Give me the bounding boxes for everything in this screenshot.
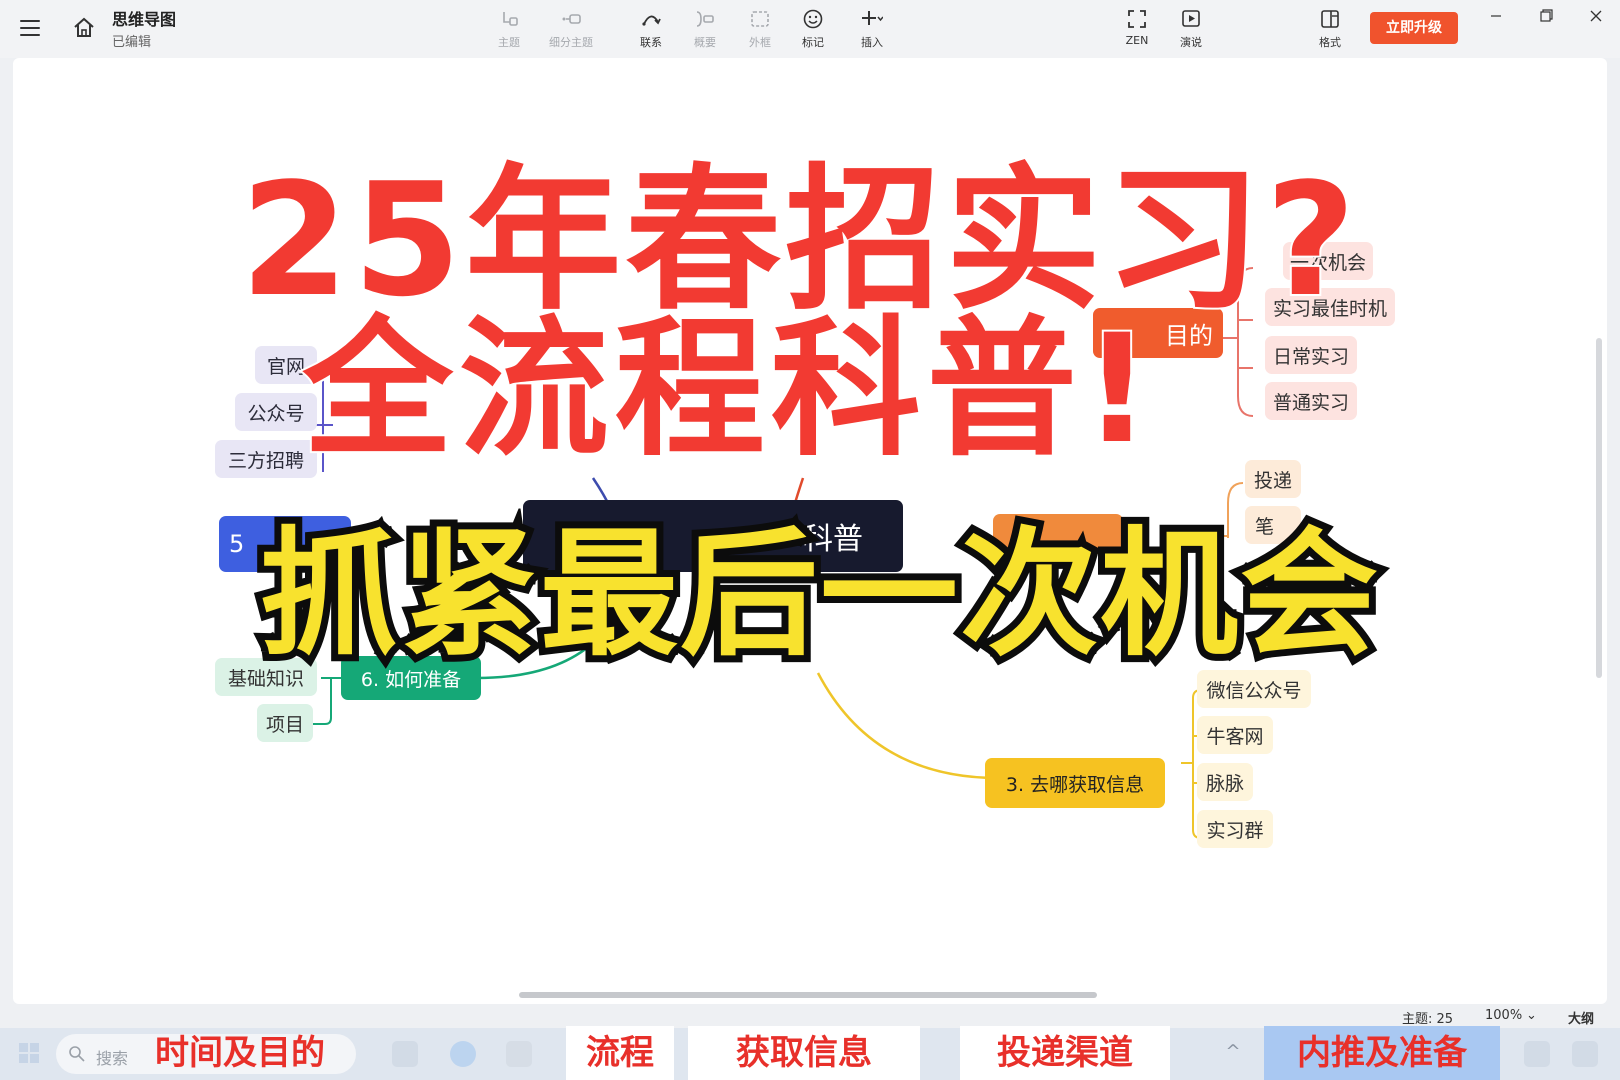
node-apply[interactable]: 投递 <box>1245 460 1301 498</box>
vertical-scrollbar[interactable] <box>1596 338 1602 678</box>
topic-icon <box>503 12 518 26</box>
tray-expand-icon[interactable]: ^ <box>1220 1041 1246 1067</box>
caption-apply-channels: 投递渠道 <box>960 1026 1170 1080</box>
notification-icon[interactable] <box>1572 1041 1598 1067</box>
topic-label: 主题 <box>498 36 520 49</box>
node-nowcoder[interactable]: 牛客网 <box>1197 716 1273 754</box>
zen-icon <box>1128 10 1146 28</box>
status-bar: 主题: 25 100% ⌄ 大纲 <box>0 1004 1620 1028</box>
node-intern-group[interactable]: 实习群 <box>1197 810 1273 848</box>
summary-button[interactable]: 概要 <box>676 8 734 54</box>
subtopic-label: 细分主题 <box>549 36 593 49</box>
node-regular-internship[interactable]: 普通实习 <box>1265 382 1357 420</box>
subtopic-icon <box>562 14 581 24</box>
caption-time-purpose: 时间及目的 <box>155 1033 325 1073</box>
document-status: 已编辑 <box>112 35 152 50</box>
search-icon <box>69 1046 85 1062</box>
relationship-label: 联系 <box>640 36 662 49</box>
topic-count: 主题: 25 <box>1402 1012 1454 1027</box>
caption-get-info: 获取信息 <box>688 1026 920 1080</box>
search-placeholder: 搜索 <box>96 1049 129 1068</box>
start-icon[interactable] <box>18 1042 40 1064</box>
ime-icon[interactable] <box>1524 1041 1550 1067</box>
document-title[interactable]: 思维导图 <box>112 6 176 30</box>
marker-button[interactable]: 标记 <box>784 8 842 54</box>
node-branch-info-source[interactable]: 3. 去哪获取信息 <box>985 758 1165 808</box>
present-button[interactable]: 演说 <box>1162 8 1220 54</box>
close-icon[interactable] <box>1576 4 1616 28</box>
present-label: 演说 <box>1180 36 1202 49</box>
caption-flow: 流程 <box>566 1026 674 1080</box>
home-icon[interactable] <box>72 16 96 40</box>
minimize-icon[interactable] <box>1476 4 1516 28</box>
marker-label: 标记 <box>802 36 824 49</box>
node-projects[interactable]: 项目 <box>257 704 313 742</box>
boundary-icon <box>751 11 769 27</box>
relationship-icon <box>642 15 661 26</box>
restore-icon[interactable] <box>1526 4 1566 28</box>
node-maimai[interactable]: 脉脉 <box>1197 763 1253 801</box>
insert-label: 插入 <box>861 36 883 49</box>
boundary-label: 外框 <box>749 36 771 49</box>
upgrade-button[interactable]: 立即升级 <box>1370 12 1458 44</box>
summary-icon <box>696 11 714 27</box>
format-label: 格式 <box>1319 36 1341 49</box>
node-wechat-official[interactable]: 微信公众号 <box>1197 670 1311 708</box>
format-button[interactable]: 格式 <box>1301 8 1359 54</box>
relationship-button[interactable]: 联系 <box>622 8 680 54</box>
format-icon <box>1321 10 1339 28</box>
zen-button[interactable]: ZEN <box>1108 8 1166 54</box>
outline-button[interactable]: 大纲 <box>1568 1008 1594 1027</box>
node-daily-internship[interactable]: 日常实习 <box>1265 336 1357 374</box>
file-explorer-icon[interactable] <box>506 1041 532 1067</box>
task-view-icon[interactable] <box>392 1041 418 1067</box>
horizontal-scrollbar[interactable] <box>519 992 1097 998</box>
boundary-button[interactable]: 外框 <box>731 8 789 54</box>
zen-label: ZEN <box>1125 34 1149 47</box>
overlay-headline-2: 全流程科普! <box>301 303 1158 477</box>
topic-button[interactable]: 主题 <box>480 8 538 54</box>
hamburger-menu-icon[interactable] <box>20 20 40 36</box>
marker-icon <box>803 9 823 29</box>
overlay-headline-3: 抓紧最后一次机会 <box>253 508 1385 682</box>
browser-icon[interactable] <box>450 1041 476 1067</box>
subtopic-button[interactable]: 细分主题 <box>542 8 600 54</box>
zoom-dropdown-icon[interactable]: ⌄ <box>1526 1008 1537 1023</box>
insert-icon <box>862 11 883 25</box>
insert-button[interactable]: 插入 <box>843 8 901 54</box>
summary-label: 概要 <box>694 36 716 49</box>
caption-referral-prep: 内推及准备 <box>1264 1026 1500 1080</box>
present-icon <box>1182 10 1200 27</box>
zoom-level[interactable]: 100% <box>1485 1008 1522 1023</box>
title-bar: 思维导图 已编辑 主题 细分主题 联系 概要 外框 标记 插入 ZEN 演说 格… <box>0 0 1620 58</box>
